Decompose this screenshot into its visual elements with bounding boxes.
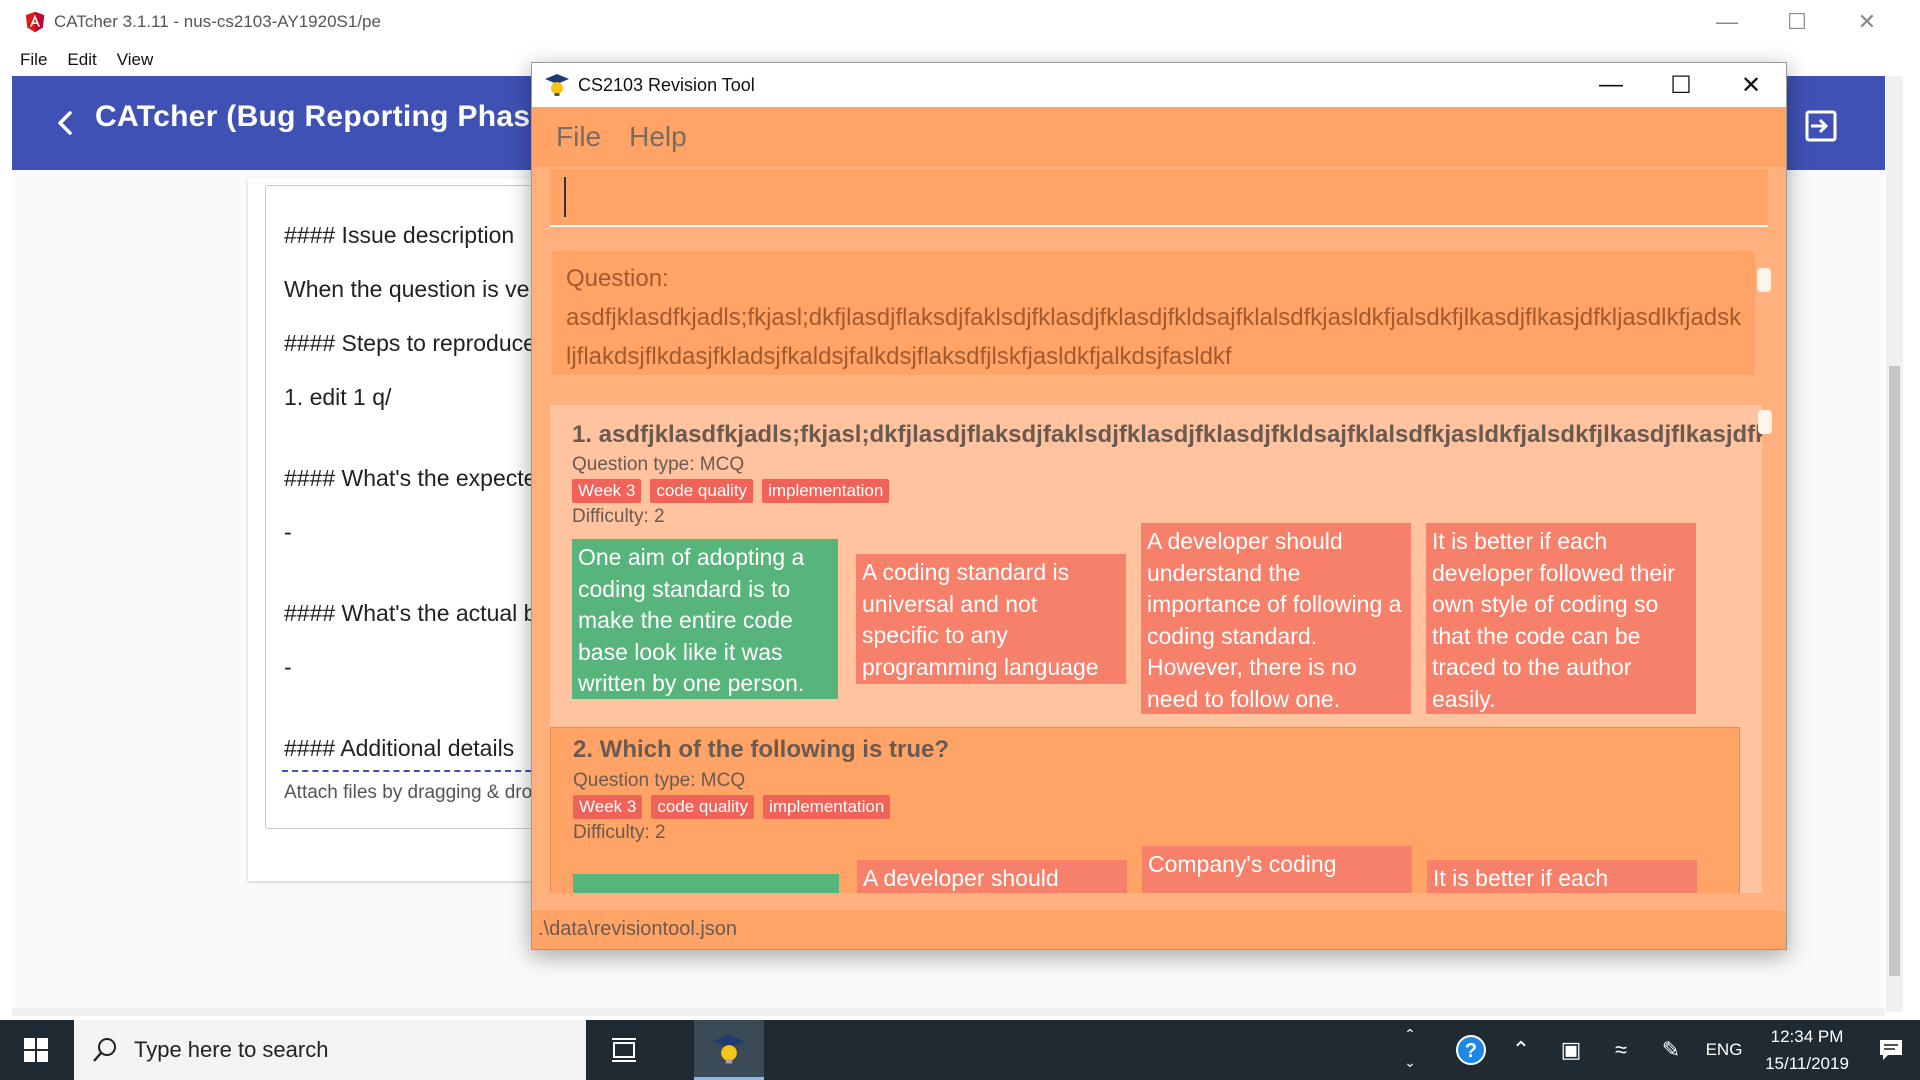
editor-line: #### What's the expected behaviour (284, 465, 564, 491)
taskbar-search[interactable]: Type here to search (74, 1020, 586, 1080)
issue-description-editor[interactable]: #### Issue description When the question… (265, 185, 565, 829)
editor-line: #### What's the actual behaviour (284, 600, 564, 626)
list-scrollbar-thumb[interactable] (1758, 410, 1772, 434)
maximize-button[interactable]: ☐ (1762, 0, 1832, 44)
command-input[interactable] (550, 169, 1768, 227)
option-wrong: It is better if each (1427, 860, 1697, 893)
graduation-lightbulb-icon (713, 1034, 745, 1063)
question-difficulty: Difficulty: 2 (572, 506, 665, 527)
question-card[interactable]: 1. asdfjklasdfkjadls;fkjasl;dkfjlasdjfla… (550, 405, 1762, 723)
option-wrong: It is better if each developer followed … (1426, 523, 1696, 714)
menu-help[interactable]: Help (629, 121, 687, 153)
close-button[interactable]: ✕ (1716, 63, 1786, 107)
windows-logo-icon (24, 1038, 48, 1062)
logout-icon[interactable] (1801, 106, 1841, 146)
question-list[interactable]: 1. asdfjklasdfkjadls;fkjasl;dkfjlasdjfla… (550, 405, 1762, 893)
menu-file[interactable]: File (556, 121, 601, 153)
question-type: Question type: MCQ (572, 454, 745, 475)
tag: implementation (762, 479, 890, 503)
revision-tool-titlebar: CS2103 Revision Tool — ☐ ✕ (532, 63, 1786, 107)
editor-line: When the question is very long (284, 276, 564, 302)
wifi-icon[interactable]: ≈ (1596, 1020, 1646, 1080)
svg-text:?: ? (1465, 1040, 1477, 1062)
revision-tool-menubar: File Help (532, 107, 1786, 167)
minimize-button[interactable]: — (1692, 0, 1762, 44)
text-caret (564, 177, 566, 217)
result-display: Question: asdfjklasdfkjadls;fkjasl;dkfjl… (552, 251, 1755, 375)
question-title: 2. Which of the following is true? (573, 736, 949, 763)
result-scrollbar-thumb[interactable] (1757, 268, 1771, 292)
maximize-button[interactable]: ☐ (1646, 63, 1716, 107)
page-title: CATcher (Bug Reporting Phase) (95, 100, 558, 133)
menu-view[interactable]: View (117, 50, 154, 70)
option-wrong: A developer should understand the import… (1141, 523, 1411, 714)
graduation-lightbulb-icon (545, 74, 569, 96)
result-line: ljflakdsjflkdasjfkladsjfkaldsjfalkdsjfla… (566, 343, 1232, 370)
help-icon[interactable]: ? (1446, 1020, 1496, 1080)
question-card[interactable]: 2. Which of the following is true? Quest… (550, 727, 1740, 893)
editor-line: 1. edit 1 q/ (284, 384, 392, 410)
minimize-button[interactable]: — (1576, 63, 1646, 107)
task-view-icon (612, 1038, 636, 1062)
editor-line: #### Additional details (284, 735, 515, 761)
result-line: asdfjklasdfkjadls;fkjasl;dkfjlasdjflaksd… (566, 304, 1742, 331)
menu-file[interactable]: File (20, 50, 47, 70)
editor-line: - (284, 519, 292, 545)
tag-list: Week 3 code quality implementation (572, 479, 890, 503)
option-wrong: A developer should (857, 860, 1127, 893)
chevron-up-icon[interactable]: ⌃ (1496, 1020, 1546, 1080)
notification-icon[interactable] (1862, 1020, 1920, 1080)
search-icon (93, 1038, 116, 1062)
attach-files-hint[interactable]: Attach files by dragging & dropping (284, 782, 564, 804)
option-wrong: Company's coding (1142, 846, 1412, 893)
pen-icon[interactable]: ✎ (1646, 1020, 1696, 1080)
question-type: Question type: MCQ (573, 770, 746, 791)
language-indicator[interactable]: ENG (1696, 1040, 1752, 1060)
tag: code quality (650, 479, 754, 503)
clock-time: 12:34 PM (1770, 1027, 1844, 1046)
revision-tool-window: CS2103 Revision Tool — ☐ ✕ File Help Que… (531, 62, 1787, 950)
screen-capture-icon[interactable]: ▣ (1546, 1020, 1596, 1080)
tray-scroll-arrows[interactable]: ⌃ ⌄ (1400, 1020, 1420, 1080)
tag: implementation (763, 795, 891, 819)
menu-edit[interactable]: Edit (67, 50, 96, 70)
question-title: 1. asdfjklasdfkjadls;fkjasl;dkfjlasdjfla… (572, 421, 1762, 448)
editor-line: #### Issue description (284, 222, 515, 248)
catcher-horizontal-scrollbar[interactable] (12, 1008, 1885, 1016)
option-wrong: A coding standard is universal and not s… (856, 554, 1126, 684)
scrollbar-thumb[interactable] (1889, 366, 1900, 976)
taskbar-app-revision-tool[interactable] (694, 1020, 764, 1080)
question-difficulty: Difficulty: 2 (573, 822, 666, 843)
editor-line: - (284, 654, 292, 680)
editor-line: #### Steps to reproduce (284, 330, 536, 356)
status-file-path: .\data\revisiontool.json (538, 918, 738, 940)
angular-logo-icon (25, 11, 45, 33)
editor-divider (282, 770, 564, 772)
option-correct: One aim of adopting a coding standard is… (572, 539, 838, 699)
tag: code quality (651, 795, 755, 819)
clock-date: 15/11/2019 (1765, 1054, 1849, 1073)
task-view-button[interactable] (596, 1020, 652, 1080)
system-tray: ? ⌃ ▣ ≈ ✎ ENG 12:34 PM 15/11/2019 (1446, 1020, 1920, 1080)
tag-list: Week 3 code quality implementation (573, 795, 891, 819)
start-button[interactable] (0, 1020, 72, 1080)
tag: Week 3 (573, 795, 643, 819)
close-button[interactable]: ✕ (1832, 0, 1902, 44)
taskbar: Type here to search ⌃ ⌄ ? ⌃ ▣ ≈ ✎ ENG 12:… (0, 1020, 1920, 1080)
option-correct (573, 874, 839, 893)
result-line: Question: (566, 265, 669, 292)
chevron-left-icon[interactable] (42, 99, 90, 147)
clock[interactable]: 12:34 PM 15/11/2019 (1752, 1023, 1862, 1077)
catcher-scrollbar[interactable] (1886, 76, 1903, 1012)
window-title: CS2103 Revision Tool (578, 74, 755, 95)
tag: Week 3 (572, 479, 642, 503)
window-title: CATcher 3.1.11 - nus-cs2103-AY1920S1/pe (54, 12, 381, 31)
search-placeholder: Type here to search (134, 1037, 329, 1062)
status-bar: .\data\revisiontool.json (532, 909, 1786, 949)
catcher-titlebar: CATcher 3.1.11 - nus-cs2103-AY1920S1/pe … (12, 0, 1902, 44)
